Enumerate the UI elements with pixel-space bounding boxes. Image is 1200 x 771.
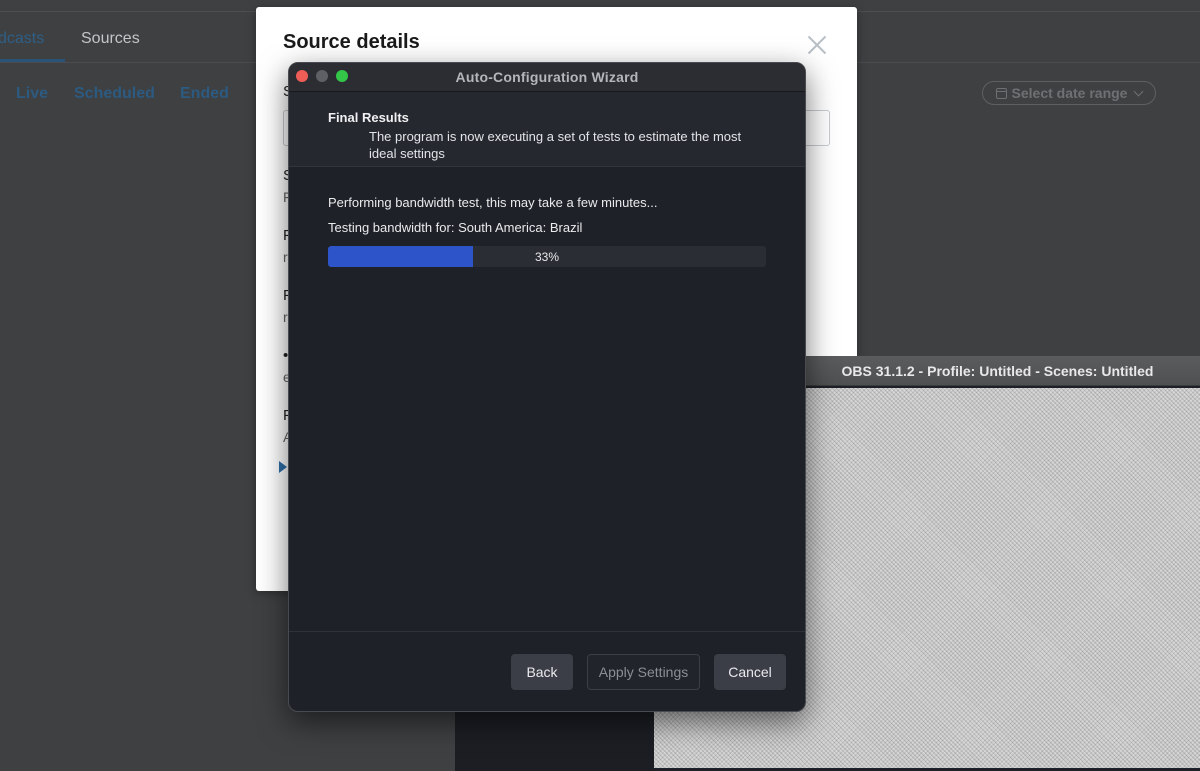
tab-sources[interactable]: Sources	[81, 30, 140, 48]
window-minimize-button[interactable]	[316, 70, 328, 82]
wizard-page-title: Final Results	[328, 110, 409, 125]
chevron-down-icon	[1134, 86, 1144, 96]
wizard-page-description: The program is now executing a set of te…	[369, 129, 742, 161]
cancel-button[interactable]: Cancel	[714, 654, 786, 690]
footer-divider	[289, 631, 805, 632]
filter-scheduled[interactable]: Scheduled	[74, 85, 155, 103]
back-button[interactable]: Back	[511, 654, 573, 690]
date-range-label: Select date range	[1011, 85, 1128, 101]
wizard-title: Auto-Configuration Wizard	[455, 69, 639, 85]
auto-configuration-wizard-dialog: Auto-Configuration Wizard Final Results …	[288, 62, 806, 712]
select-date-range-button[interactable]: Select date range	[982, 81, 1156, 105]
wizard-titlebar[interactable]: Auto-Configuration Wizard	[289, 63, 805, 92]
source-details-title: Source details	[283, 31, 420, 53]
filter-ended[interactable]: Ended	[180, 85, 229, 103]
window-close-button[interactable]	[296, 70, 308, 82]
apply-settings-button[interactable]: Apply Settings	[587, 654, 700, 690]
bandwidth-progress-bar: 33%	[328, 246, 766, 267]
obs-window-title: OBS 31.1.2 - Profile: Untitled - Scenes:…	[841, 362, 1154, 379]
calendar-icon	[995, 87, 1007, 99]
progress-label: 33%	[534, 249, 560, 264]
bandwidth-status-text: Performing bandwidth test, this may take…	[328, 195, 658, 210]
testing-server-text: Testing bandwidth for: South America: Br…	[328, 220, 583, 235]
tab-broadcasts[interactable]: dcasts	[0, 30, 44, 48]
close-icon[interactable]	[807, 35, 827, 55]
wizard-header: Final Results The program is now executi…	[289, 92, 805, 167]
filter-live[interactable]: Live	[16, 85, 48, 103]
window-maximize-button[interactable]	[336, 70, 348, 82]
expand-arrow-icon[interactable]	[279, 461, 287, 473]
